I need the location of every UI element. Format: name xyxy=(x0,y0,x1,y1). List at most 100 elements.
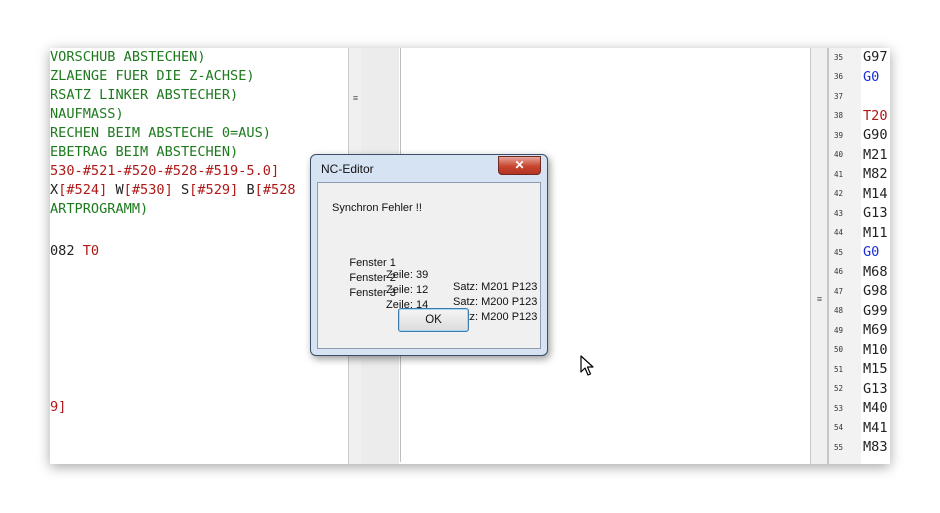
code-line: M11 xyxy=(863,224,888,244)
code-line: G97 xyxy=(863,48,888,68)
code-text: M11 xyxy=(863,224,888,241)
line-number: 55 xyxy=(833,443,843,452)
dialog-title: NC-Editor xyxy=(321,162,374,176)
code-line: G0 xyxy=(863,68,879,88)
fenster-label: Fenster 3 xyxy=(349,287,396,299)
code-text: G90 xyxy=(863,127,888,143)
dialog-body: Synchron Fehler !! Fenster 1 Zeile: 39 S… xyxy=(317,182,541,349)
line-number: 49 xyxy=(833,326,843,335)
line-number: 53 xyxy=(833,404,843,413)
code-text: VORSCHUB ABSTECHEN) xyxy=(50,49,206,65)
code-text: RECHEN BEIM ABSTECHE 0=AUS) xyxy=(50,125,271,141)
nc-editor-dialog: NC-Editor ✕ Synchron Fehler !! Fenster 1… xyxy=(310,154,548,356)
line-number: 42 xyxy=(833,189,843,198)
axis-w-label: W xyxy=(115,182,124,198)
code-line: VORSCHUB ABSTECHEN) xyxy=(50,48,206,67)
code-text: M41 xyxy=(863,419,888,436)
code-text: 9] xyxy=(50,399,67,415)
line-number-082: 082 xyxy=(50,243,75,259)
code-line: M40 xyxy=(863,399,888,419)
close-icon: ✕ xyxy=(514,158,525,172)
line-number: 44 xyxy=(833,228,843,237)
code-line: G90 xyxy=(863,126,888,146)
line-number: 50 xyxy=(833,345,843,354)
code-text: M10 xyxy=(863,341,888,358)
scroll-grip-icon[interactable]: ≡ xyxy=(816,295,823,304)
fenster-row: Fenster 3 Zeile: 14 Satz: M200 P123 xyxy=(331,275,537,335)
code-text: M83 xyxy=(863,439,888,455)
code-text: M15 xyxy=(863,361,888,377)
editor-pane-right[interactable]: G97 G0 T20 G90 M21 M82 M14 G13 M11 G0 M6… xyxy=(861,48,890,464)
axis-s-label: S xyxy=(180,182,190,198)
axis-x-label: X xyxy=(50,182,59,198)
code-line: M15 xyxy=(863,360,888,380)
code-text: M69 xyxy=(863,322,888,338)
code-line: G98 xyxy=(863,282,888,302)
code-text: M40 xyxy=(863,400,888,416)
code-text: G0 xyxy=(863,244,880,260)
code-text: G98 xyxy=(863,283,888,299)
code-line: G0 xyxy=(863,243,879,263)
code-text: ZLAENGE FUER DIE Z-ACHSE) xyxy=(50,68,255,84)
line-number-gutter: 35 36 37 38 39 40 41 42 43 44 45 46 47 4… xyxy=(828,48,862,464)
code-text: G13 xyxy=(863,205,888,221)
editor-pane-left[interactable]: VORSCHUB ABSTECHEN) ZLAENGE FUER DIE Z-A… xyxy=(50,48,348,458)
code-line: M68 xyxy=(863,263,888,283)
axis-b-value: [#528 xyxy=(254,182,296,198)
code-text: M82 xyxy=(863,166,888,182)
code-text: G13 xyxy=(863,380,888,397)
code-line: RSATZ LINKER ABSTECHER) xyxy=(50,86,238,105)
code-text: NAUFMASS) xyxy=(50,106,124,122)
line-number: 41 xyxy=(833,170,843,179)
line-number: 47 xyxy=(833,287,843,296)
code-text: EBETRAG BEIM ABSTECHEN) xyxy=(50,144,239,160)
satz-label: Satz: M200 P123 xyxy=(453,296,538,308)
code-line: 9] xyxy=(50,398,66,417)
line-number: 38 xyxy=(833,111,843,120)
mouse-pointer-icon xyxy=(580,355,596,382)
code-line: M82 xyxy=(863,165,888,185)
code-line: RECHEN BEIM ABSTECHE 0=AUS) xyxy=(50,124,271,143)
code-line: EBETRAG BEIM ABSTECHEN) xyxy=(50,143,238,162)
code-line: G99 xyxy=(863,302,888,322)
code-text: 530-#521-#520-#528-#519-5.0] xyxy=(50,163,280,179)
axis-w-value: [#530] xyxy=(123,182,173,198)
code-text: G99 xyxy=(863,302,888,319)
line-number: 45 xyxy=(833,248,843,257)
code-line: G13 xyxy=(863,204,888,224)
code-line: T20 xyxy=(863,107,888,127)
code-text: G0 xyxy=(863,68,880,85)
satz-label: Satz: M201 P123 xyxy=(453,281,538,293)
line-number: 37 xyxy=(833,92,843,101)
line-number: 52 xyxy=(833,384,843,393)
code-text: RSATZ LINKER ABSTECHER) xyxy=(50,87,239,103)
code-line: M10 xyxy=(863,341,888,361)
code-text: M68 xyxy=(863,263,888,280)
line-number: 39 xyxy=(833,131,843,140)
code-line: ARTPROGRAMM) xyxy=(50,200,148,219)
code-text: M21 xyxy=(863,146,888,163)
code-text: ARTPROGRAMM) xyxy=(50,201,149,217)
axis-b-label: B xyxy=(246,182,255,198)
line-number: 35 xyxy=(833,53,843,62)
code-line: M83 xyxy=(863,438,888,458)
axis-s-value: [#529] xyxy=(189,182,239,198)
error-message: Synchron Fehler !! xyxy=(332,202,422,214)
code-line: G13 xyxy=(863,380,888,400)
axis-x-value: [#524] xyxy=(58,182,108,198)
close-button[interactable]: ✕ xyxy=(498,156,541,175)
ok-button[interactable]: OK xyxy=(398,308,469,332)
tool-t0: T0 xyxy=(82,243,100,259)
line-number: 51 xyxy=(833,365,843,374)
code-text: T20 xyxy=(863,107,888,124)
code-text: M14 xyxy=(863,185,888,202)
code-line: NAUFMASS) xyxy=(50,105,124,124)
code-line: ZLAENGE FUER DIE Z-ACHSE) xyxy=(50,67,255,86)
scroll-grip-icon[interactable]: ≡ xyxy=(352,94,359,103)
line-number: 46 xyxy=(833,267,843,276)
code-line: 082 T0 xyxy=(50,242,99,261)
code-line: M21 xyxy=(863,146,888,166)
code-line: 530-#521-#520-#528-#519-5.0] xyxy=(50,162,279,181)
middle-pane-scrollbar[interactable]: ≡ xyxy=(810,48,828,464)
line-number: 43 xyxy=(833,209,843,218)
